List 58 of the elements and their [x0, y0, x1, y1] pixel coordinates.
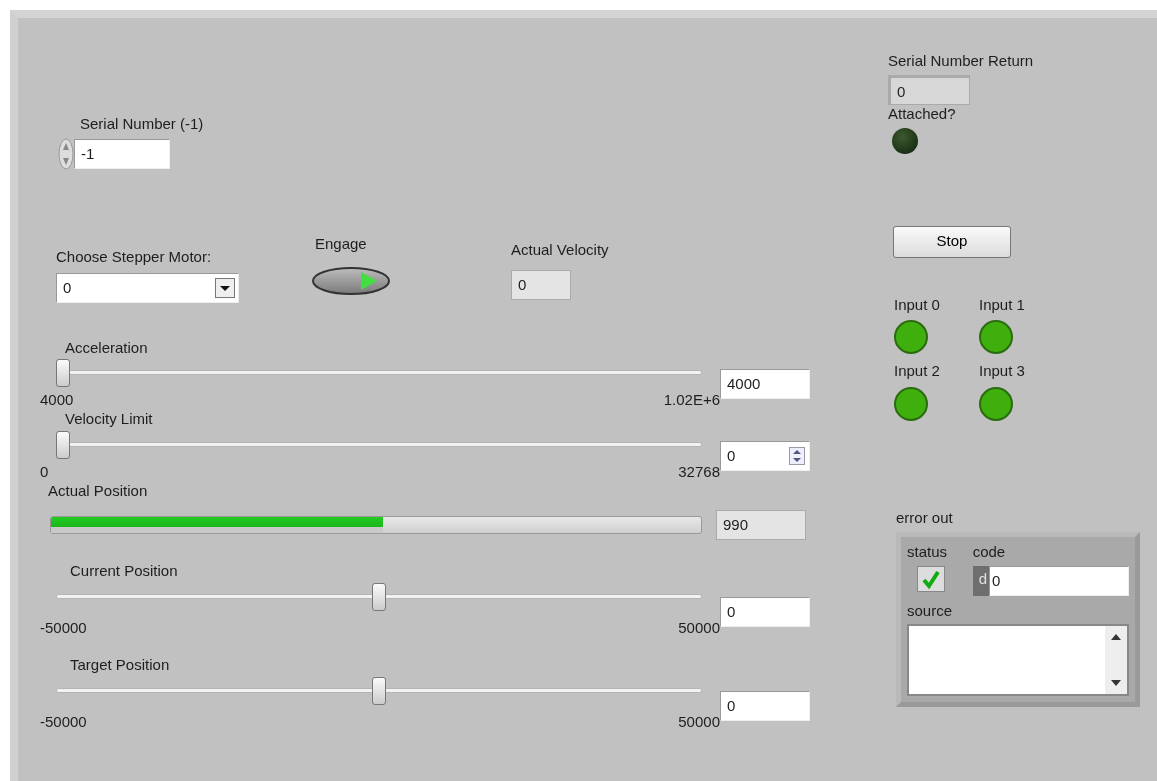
value-display: 0 — [511, 269, 571, 300]
scroll-down-icon[interactable] — [1111, 680, 1121, 687]
scroll-up-icon[interactable] — [1111, 634, 1121, 641]
scrollbar[interactable] — [1105, 626, 1127, 695]
slider-label: Target Position — [70, 655, 170, 675]
field-value: 4000 — [727, 374, 761, 395]
slider-label: Actual Position — [48, 481, 148, 501]
scale-label: -50000 — [40, 712, 87, 732]
led-label: Input 2 — [894, 362, 941, 381]
field-label: Choose Stepper Motor: — [56, 247, 213, 267]
slider[interactable] — [56, 430, 702, 459]
caret-icon[interactable] — [215, 277, 235, 298]
field-value: 0 — [63, 277, 72, 298]
number-field[interactable]: 0 — [720, 440, 810, 471]
slider-thumb[interactable] — [372, 676, 386, 705]
stop-button[interactable]: Stop — [893, 225, 1011, 258]
field-label: Attached? — [888, 104, 957, 124]
led-label: Input 3 — [979, 362, 1026, 381]
field-value: 0 — [727, 445, 736, 466]
field-value: 0 — [727, 602, 736, 622]
field-label: status — [907, 542, 949, 562]
slider-thumb[interactable] — [56, 430, 70, 459]
slider-label: Velocity Limit — [65, 410, 153, 429]
radix-label: d — [972, 565, 989, 596]
spin-icon[interactable] — [789, 446, 805, 465]
toggle-switch[interactable] — [311, 265, 391, 296]
field-label: Serial Number Return — [888, 52, 1035, 71]
scale-label: -50000 — [40, 619, 87, 638]
slider-label: Current Position — [70, 562, 178, 581]
slider-label: Acceleration — [65, 338, 148, 358]
scale-label: 1.02E+6 — [663, 391, 720, 410]
slider[interactable] — [56, 583, 702, 611]
slider-thumb[interactable] — [56, 359, 70, 388]
scale-label: 50000 — [678, 712, 720, 732]
number-field[interactable]: 4000 — [720, 369, 810, 400]
field-value: 0 — [727, 695, 736, 716]
dropdown-field[interactable]: 0 — [56, 272, 239, 303]
led-label: Input 0 — [894, 295, 941, 315]
scale-label: 50000 — [678, 619, 720, 638]
field-label: Engage — [315, 234, 368, 254]
field-label: Serial Number (-1) — [80, 115, 204, 134]
scale-label: 32768 — [678, 462, 720, 482]
field-label: Actual Velocity — [511, 240, 609, 260]
slider[interactable] — [56, 676, 702, 705]
cluster-label: error out — [896, 509, 954, 528]
slider[interactable] — [56, 359, 702, 388]
slider-thumb[interactable] — [372, 583, 386, 611]
number-field[interactable]: 0 — [989, 565, 1129, 596]
number-field[interactable]: -1 — [74, 138, 170, 169]
scale-label: 0 — [40, 462, 49, 482]
value-display: 0 — [888, 74, 970, 105]
field-label: code — [972, 542, 1007, 562]
led-label: Input 1 — [979, 295, 1026, 315]
field-label: source — [907, 601, 954, 621]
number-field[interactable]: 0 — [720, 690, 810, 721]
value-display: 990 — [716, 510, 806, 541]
number-field[interactable]: 0 — [720, 597, 810, 627]
scale-label: 4000 — [40, 391, 74, 410]
